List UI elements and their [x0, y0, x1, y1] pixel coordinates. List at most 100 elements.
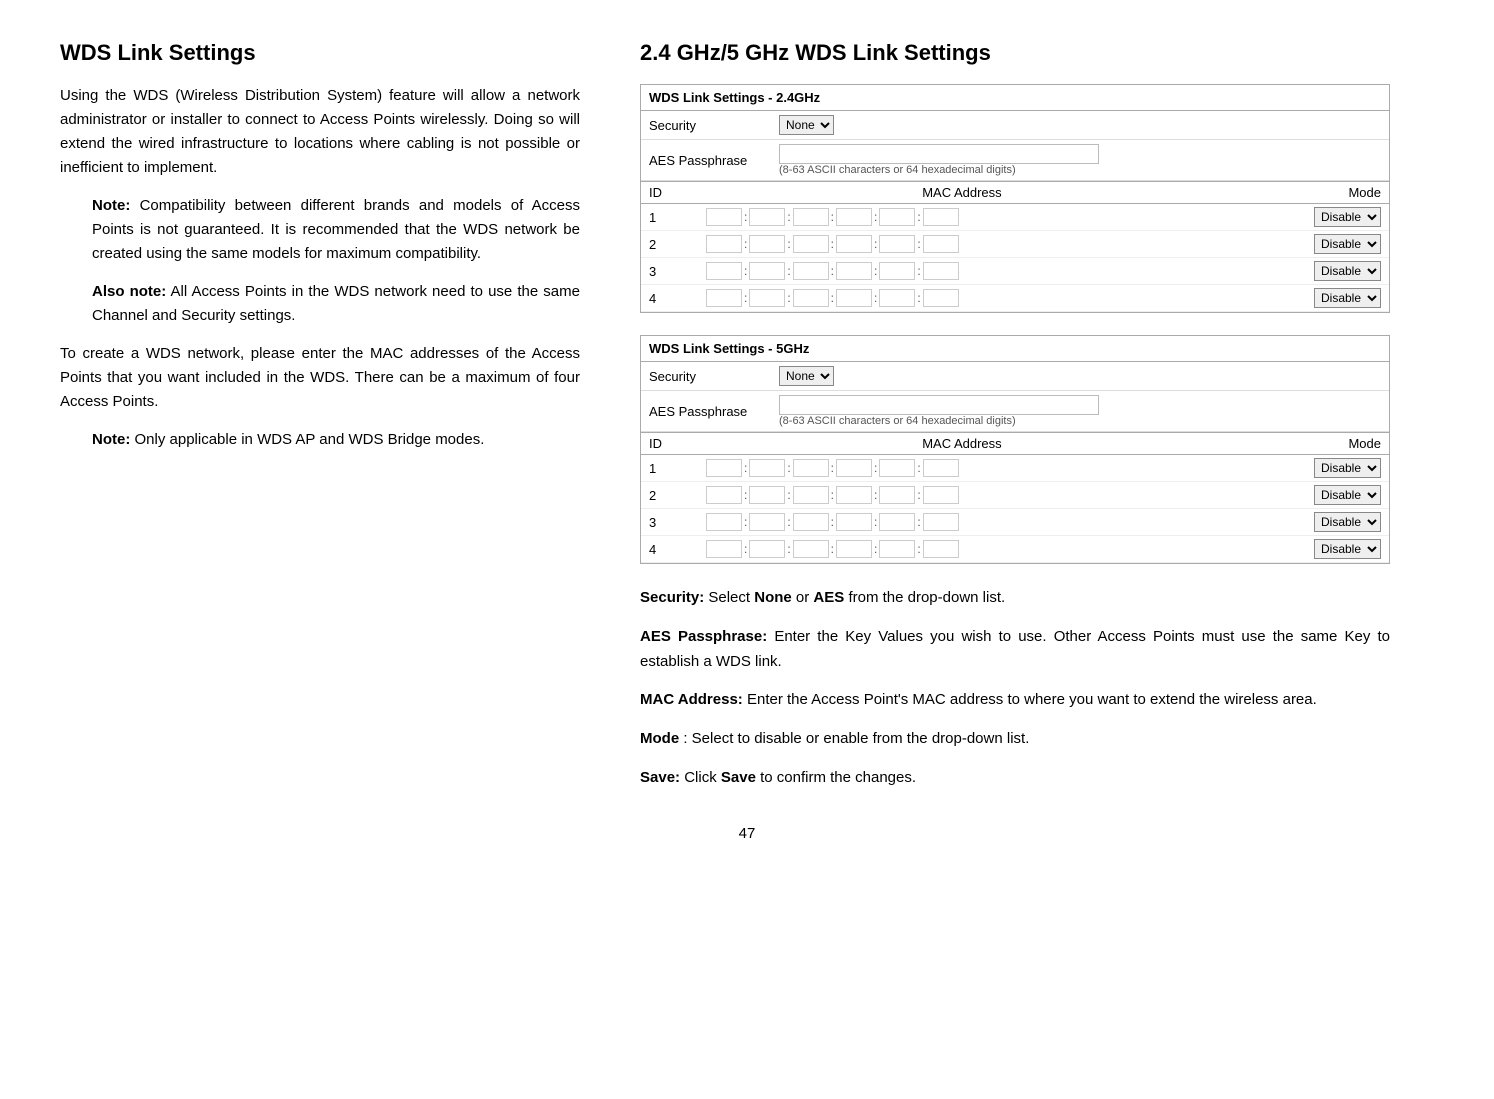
- mac-separator: :: [744, 542, 747, 556]
- mac-octet-4[interactable]: [836, 486, 872, 504]
- mac-table-24: ID MAC Address Mode 1:::::DisableEnable2…: [641, 181, 1389, 312]
- mac-input-group: :::::: [706, 513, 1218, 531]
- mode-select[interactable]: DisableEnable: [1314, 261, 1381, 281]
- table-5-title: WDS Link Settings - 5GHz: [641, 336, 1389, 362]
- row-mac: :::::: [698, 455, 1226, 482]
- mac-octet-5[interactable]: [879, 459, 915, 477]
- mac-octet-2[interactable]: [749, 289, 785, 307]
- mac-octet-1[interactable]: [706, 513, 742, 531]
- mac-octet-5[interactable]: [879, 540, 915, 558]
- mac-octet-3[interactable]: [793, 235, 829, 253]
- mac-octet-2[interactable]: [749, 262, 785, 280]
- mac-octet-1[interactable]: [706, 235, 742, 253]
- mac-separator: :: [917, 515, 920, 529]
- table-row: 3:::::DisableEnable: [641, 509, 1389, 536]
- mac-octet-1[interactable]: [706, 540, 742, 558]
- mac-separator: :: [874, 264, 877, 278]
- row-mode: DisableEnable: [1226, 509, 1389, 536]
- mac-octet-3[interactable]: [793, 208, 829, 226]
- security-select-24[interactable]: None AES: [779, 115, 834, 135]
- mode-select[interactable]: DisableEnable: [1314, 207, 1381, 227]
- mac-separator: :: [744, 461, 747, 475]
- mac-octet-4[interactable]: [836, 459, 872, 477]
- mac-octet-3[interactable]: [793, 513, 829, 531]
- row-id: 4: [641, 285, 698, 312]
- mac-octet-2[interactable]: [749, 459, 785, 477]
- wds-table-5ghz: WDS Link Settings - 5GHz Security None A…: [640, 335, 1390, 564]
- mac-octet-5[interactable]: [879, 289, 915, 307]
- desc-aes: AES Passphrase: Enter the Key Values you…: [640, 625, 1390, 675]
- mac-octet-1[interactable]: [706, 459, 742, 477]
- mode-select[interactable]: DisableEnable: [1314, 539, 1381, 559]
- mac-octet-6[interactable]: [923, 289, 959, 307]
- desc-security: Security: Select None or AES from the dr…: [640, 586, 1390, 611]
- mac-octet-5[interactable]: [879, 208, 915, 226]
- mac-octet-5[interactable]: [879, 486, 915, 504]
- note3-content: Only applicable in WDS AP and WDS Bridge…: [130, 431, 484, 448]
- mac-octet-5[interactable]: [879, 513, 915, 531]
- table-row: 2:::::DisableEnable: [641, 482, 1389, 509]
- note1-text: Note: Compatibility between different br…: [92, 194, 580, 266]
- row-mode: DisableEnable: [1226, 258, 1389, 285]
- mode-select[interactable]: DisableEnable: [1314, 234, 1381, 254]
- aes-input-24[interactable]: [779, 144, 1099, 164]
- mac-octet-1[interactable]: [706, 289, 742, 307]
- mac-octet-3[interactable]: [793, 540, 829, 558]
- mac-octet-4[interactable]: [836, 289, 872, 307]
- mac-separator: :: [787, 264, 790, 278]
- aes-input-5[interactable]: [779, 395, 1099, 415]
- aes-row-5: AES Passphrase (8-63 ASCII characters or…: [641, 391, 1389, 432]
- col-mode-24: Mode: [1226, 182, 1389, 204]
- mac-octet-1[interactable]: [706, 262, 742, 280]
- mac-octet-5[interactable]: [879, 262, 915, 280]
- mac-octet-2[interactable]: [749, 513, 785, 531]
- mac-octet-5[interactable]: [879, 235, 915, 253]
- mac-octet-1[interactable]: [706, 208, 742, 226]
- mac-separator: :: [874, 488, 877, 502]
- mac-octet-6[interactable]: [923, 262, 959, 280]
- mode-select[interactable]: DisableEnable: [1314, 485, 1381, 505]
- mac-separator: :: [787, 515, 790, 529]
- security-label-24: Security: [649, 118, 779, 133]
- mac-octet-2[interactable]: [749, 540, 785, 558]
- mac-separator: :: [874, 515, 877, 529]
- mac-octet-3[interactable]: [793, 262, 829, 280]
- mac-octet-6[interactable]: [923, 235, 959, 253]
- security-select-5[interactable]: None AES: [779, 366, 834, 386]
- mac-octet-3[interactable]: [793, 289, 829, 307]
- desc-aes-label: AES Passphrase:: [640, 628, 767, 645]
- page-footer: 47: [60, 825, 1434, 842]
- mac-octet-4[interactable]: [836, 513, 872, 531]
- mac-octet-2[interactable]: [749, 208, 785, 226]
- mac-octet-6[interactable]: [923, 459, 959, 477]
- mac-separator: :: [874, 210, 877, 224]
- mac-octet-2[interactable]: [749, 486, 785, 504]
- mac-separator: :: [831, 291, 834, 305]
- mac-octet-3[interactable]: [793, 486, 829, 504]
- mac-separator: :: [787, 461, 790, 475]
- mac-separator: :: [787, 237, 790, 251]
- mac-octet-4[interactable]: [836, 208, 872, 226]
- mac-separator: :: [874, 542, 877, 556]
- mac-octet-6[interactable]: [923, 540, 959, 558]
- right-column: 2.4 GHz/5 GHz WDS Link Settings WDS Link…: [640, 40, 1390, 805]
- mac-octet-2[interactable]: [749, 235, 785, 253]
- mac-separator: :: [831, 515, 834, 529]
- left-column: WDS Link Settings Using the WDS (Wireles…: [60, 40, 580, 805]
- mac-octet-3[interactable]: [793, 459, 829, 477]
- row-mode: DisableEnable: [1226, 204, 1389, 231]
- row-id: 1: [641, 204, 698, 231]
- mode-select[interactable]: DisableEnable: [1314, 512, 1381, 532]
- mode-select[interactable]: DisableEnable: [1314, 458, 1381, 478]
- mac-octet-6[interactable]: [923, 208, 959, 226]
- aes-label-24: AES Passphrase: [649, 153, 779, 168]
- mac-octet-6[interactable]: [923, 513, 959, 531]
- mode-select[interactable]: DisableEnable: [1314, 288, 1381, 308]
- mac-octet-1[interactable]: [706, 486, 742, 504]
- mac-octet-4[interactable]: [836, 235, 872, 253]
- mac-input-group: :::::: [706, 486, 1218, 504]
- desc-security-none: None: [754, 589, 792, 606]
- mac-octet-6[interactable]: [923, 486, 959, 504]
- mac-octet-4[interactable]: [836, 262, 872, 280]
- mac-octet-4[interactable]: [836, 540, 872, 558]
